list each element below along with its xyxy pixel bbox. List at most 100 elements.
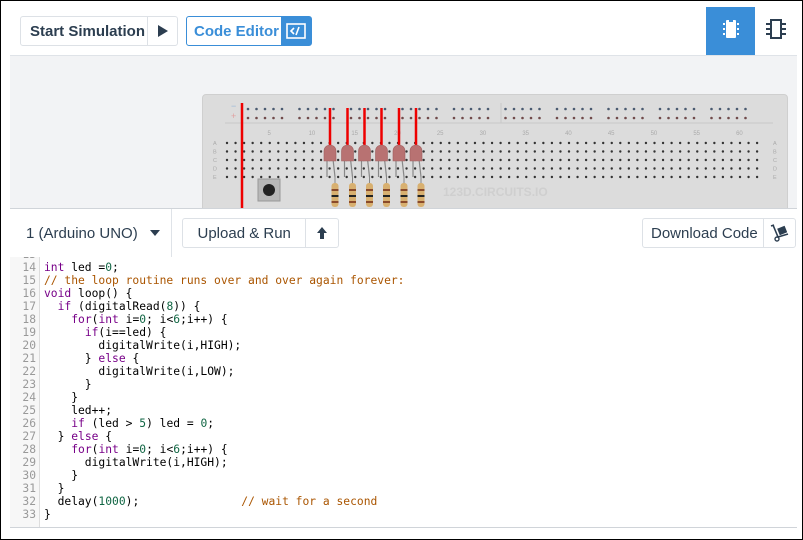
breadboard-hole: [499, 150, 502, 153]
breadboard-hole: [627, 158, 631, 162]
led: [409, 144, 423, 162]
breadboard-hole: [448, 150, 451, 153]
rail-hole: [692, 116, 696, 120]
code-text[interactable]: void loop() {: [44, 287, 132, 300]
code-text[interactable]: }: [44, 508, 51, 521]
breadboard-hole: [533, 175, 536, 179]
rail-hole: [323, 107, 327, 111]
breadboard-hole: [704, 141, 707, 145]
breadboard-hole: [448, 158, 451, 162]
breadboard-hole: [465, 175, 468, 179]
breadboard-hole: [670, 158, 673, 162]
rail-hole: [624, 107, 627, 111]
code-tag-icon[interactable]: [281, 17, 311, 45]
rail-hole: [478, 107, 481, 111]
breadboard-hole: [413, 167, 417, 170]
breadboard-hole: [379, 175, 383, 179]
breadboard-hole: [567, 158, 571, 162]
code-text[interactable]: // the loop routine runs over and over a…: [44, 274, 404, 287]
resistor-band: [417, 189, 425, 191]
breadboard-hole: [525, 141, 528, 145]
code-text[interactable]: if(i==led) {: [44, 326, 167, 339]
column-label: 40: [565, 131, 572, 137]
breadboard-hole: [542, 150, 545, 153]
breadboard-hole: [730, 175, 733, 179]
breadboard-hole: [354, 141, 357, 145]
chevron-down-icon: [149, 230, 160, 236]
code-text[interactable]: }: [44, 391, 78, 404]
code-text[interactable]: if (digitalRead(8)) {: [44, 300, 201, 313]
rail-hole: [401, 116, 404, 120]
breadboard-hole: [268, 150, 271, 153]
code-text[interactable]: led++;: [44, 404, 112, 417]
code-text[interactable]: digitalWrite(i,HIGH);: [44, 456, 228, 469]
start-simulation-button[interactable]: Start Simulation: [20, 16, 178, 46]
breadboard-hole: [713, 141, 716, 145]
rail-hole: [684, 116, 687, 120]
breadboard-hole: [721, 175, 725, 179]
code-text[interactable]: digitalWrite(i,HIGH);: [44, 339, 241, 352]
code-text[interactable]: for(int i=0; i<6;i++) {: [44, 443, 227, 456]
breadboard-hole: [610, 158, 613, 162]
breadboard-hole: [482, 175, 485, 179]
code-text[interactable]: int led =0;: [44, 261, 119, 274]
rail-hole: [710, 116, 713, 120]
breadboard-hole: [473, 175, 477, 179]
upload-arrow-icon[interactable]: [305, 219, 338, 247]
breadboard-hole: [627, 175, 631, 179]
breadboard-hole: [542, 167, 545, 170]
code-text[interactable]: delay(1000); // wait for a second: [44, 495, 378, 508]
rail-hole: [555, 116, 559, 120]
hand-truck-icon[interactable]: [763, 219, 795, 247]
breadboard-hole: [388, 158, 391, 162]
breadboard-hole: [687, 141, 690, 145]
breadboard-hole: [251, 175, 254, 179]
line-number: 15: [22, 274, 36, 287]
board-select-dropdown[interactable]: 1 (Arduino UNO): [10, 209, 172, 257]
code-text[interactable]: } else {: [44, 352, 139, 365]
breadboard-hole: [730, 158, 733, 162]
rail-hole: [486, 107, 490, 111]
code-text[interactable]: } else {: [44, 430, 112, 443]
breadboard-hole: [225, 158, 229, 162]
code-text[interactable]: for(int i=0; i<6;i++) {: [44, 313, 227, 326]
breadboard-hole: [311, 175, 314, 179]
code-text[interactable]: }: [44, 469, 78, 482]
breadboard-hole: [627, 167, 631, 170]
led-leg: [332, 158, 336, 178]
breadboard-hole: [482, 167, 485, 170]
row-label: A: [773, 141, 777, 147]
breadboard-hole: [473, 141, 477, 145]
breadboard-drawing: −+51015202530354045505560AABBCCDDEEFF123…: [213, 101, 777, 208]
breadboard-hole: [550, 175, 554, 179]
breadboard-hole: [593, 175, 596, 179]
breadboard-hole: [507, 150, 511, 153]
code-editor[interactable]: 1314int led =0;15// the loop routine run…: [10, 257, 797, 528]
download-code-button[interactable]: Download Code: [642, 218, 796, 248]
code-editor-button[interactable]: Code Editor: [186, 16, 312, 46]
rail-hole: [452, 116, 456, 120]
code-text[interactable]: }: [44, 378, 92, 391]
breadboard-hole: [644, 175, 648, 179]
code-text[interactable]: if (led > 5) led = 0;: [44, 417, 214, 430]
rail-hole: [675, 116, 679, 120]
column-label: 50: [651, 131, 658, 137]
schematic-view-button[interactable]: [755, 7, 797, 55]
breadboard-hole: [636, 150, 639, 153]
breadboard-hole: [431, 158, 434, 162]
led-leg: [383, 158, 388, 178]
circuit-canvas[interactable]: −+51015202530354045505560AABBCCDDEEFF123…: [10, 56, 797, 208]
breadboard[interactable]: −+51015202530354045505560AABBCCDDEEFF123…: [202, 94, 788, 208]
code-text[interactable]: digitalWrite(i,LOW);: [44, 365, 234, 378]
rail-hole: [332, 116, 335, 120]
rail-hole: [255, 107, 258, 111]
rail-hole: [323, 116, 327, 120]
breadboard-hole: [490, 150, 494, 153]
code-text[interactable]: }: [44, 482, 65, 495]
breadboard-hole: [533, 141, 536, 145]
rail-hole: [315, 107, 318, 111]
breadboard-view-button[interactable]: [706, 7, 755, 55]
upload-run-button[interactable]: Upload & Run: [182, 218, 339, 248]
breadboard-hole: [499, 167, 502, 170]
play-icon[interactable]: [147, 17, 177, 45]
